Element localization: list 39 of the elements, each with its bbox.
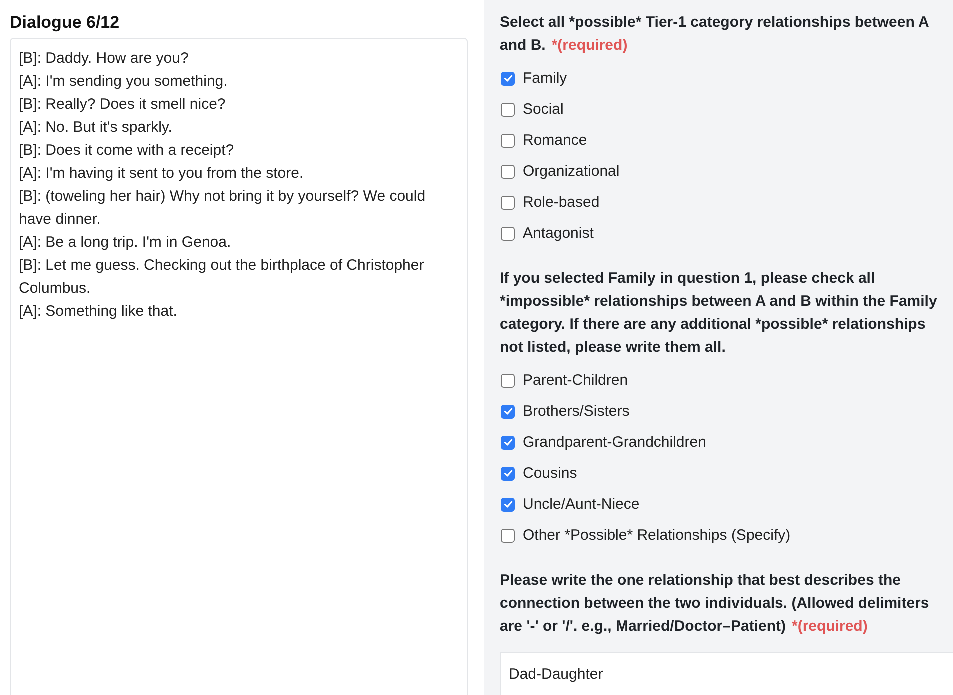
option-label: Uncle/Aunt-Niece [523, 495, 640, 515]
checkbox[interactable] [501, 72, 515, 86]
option-label: Antagonist [523, 224, 594, 244]
dialogue-line: [A]: I'm having it sent to you from the store. [19, 164, 305, 184]
dialogue-line: [B]: Really? Does it smell nice? [19, 95, 227, 115]
checkbox[interactable] [501, 404, 515, 418]
dialogue-line: [A]: Be a long trip. I'm in Genoa. [19, 233, 232, 253]
dialogue-line: [B]: Let me guess. Checking out the birthplace of Christopher Columbus. [19, 256, 426, 299]
option-label: Romance [523, 131, 588, 151]
checkbox[interactable] [501, 374, 515, 388]
option-label: Organizational [523, 162, 620, 182]
checkbox[interactable] [501, 498, 515, 512]
checkbox[interactable] [501, 102, 515, 116]
option-label: Cousins [523, 464, 578, 484]
input-field[interactable]: Dad-Daughter [500, 652, 953, 695]
dialogue-line: [B]: (toweling her hair) Why not bring it by yourself? We could have dinner. [19, 187, 427, 230]
option-label: Role-based [523, 193, 600, 213]
option-label: Social [523, 100, 564, 120]
checkbox[interactable] [501, 436, 515, 450]
question-text: Select all *possible* Tier-1 category relationships between A and B. *(required) [500, 13, 930, 56]
checkbox[interactable] [501, 196, 515, 210]
option-label: Other *Possible* Relationships (Specify) [523, 526, 791, 546]
dialogue-title: Dialogue 6/12 [10, 12, 121, 34]
checkbox[interactable] [501, 466, 515, 480]
option-label: Parent-Children [523, 371, 628, 391]
option-label: Family [523, 69, 568, 89]
option-label: Grandparent-Grandchildren [523, 433, 706, 453]
question-text: If you selected Family in question 1, please check all *impossible* relationships between A and B within the Family category. If there are any additional *possible* relationships not listed, please write them all. [500, 269, 938, 358]
checkbox[interactable] [501, 528, 515, 542]
checkbox[interactable] [501, 134, 515, 148]
option-label: Brothers/Sisters [523, 402, 630, 422]
checkbox[interactable] [501, 226, 515, 240]
dialogue-line: [A]: Something like that. [19, 302, 178, 322]
dialogue-line: [B]: Daddy. How are you? [19, 49, 190, 69]
dialogue-line: [A]: No. But it's sparkly. [19, 118, 174, 138]
question-text: Please write the one relationship that best describes the connection between the two individuals. (Allowed delimiters are '-' or '/'. e.g., Married/Doctor–Patient) *(required) [500, 571, 930, 637]
dialogue-line: [A]: I'm sending you something. [19, 72, 229, 92]
dialogue-line: [B]: Does it come with a receipt? [19, 141, 236, 161]
checkbox[interactable] [501, 164, 515, 178]
